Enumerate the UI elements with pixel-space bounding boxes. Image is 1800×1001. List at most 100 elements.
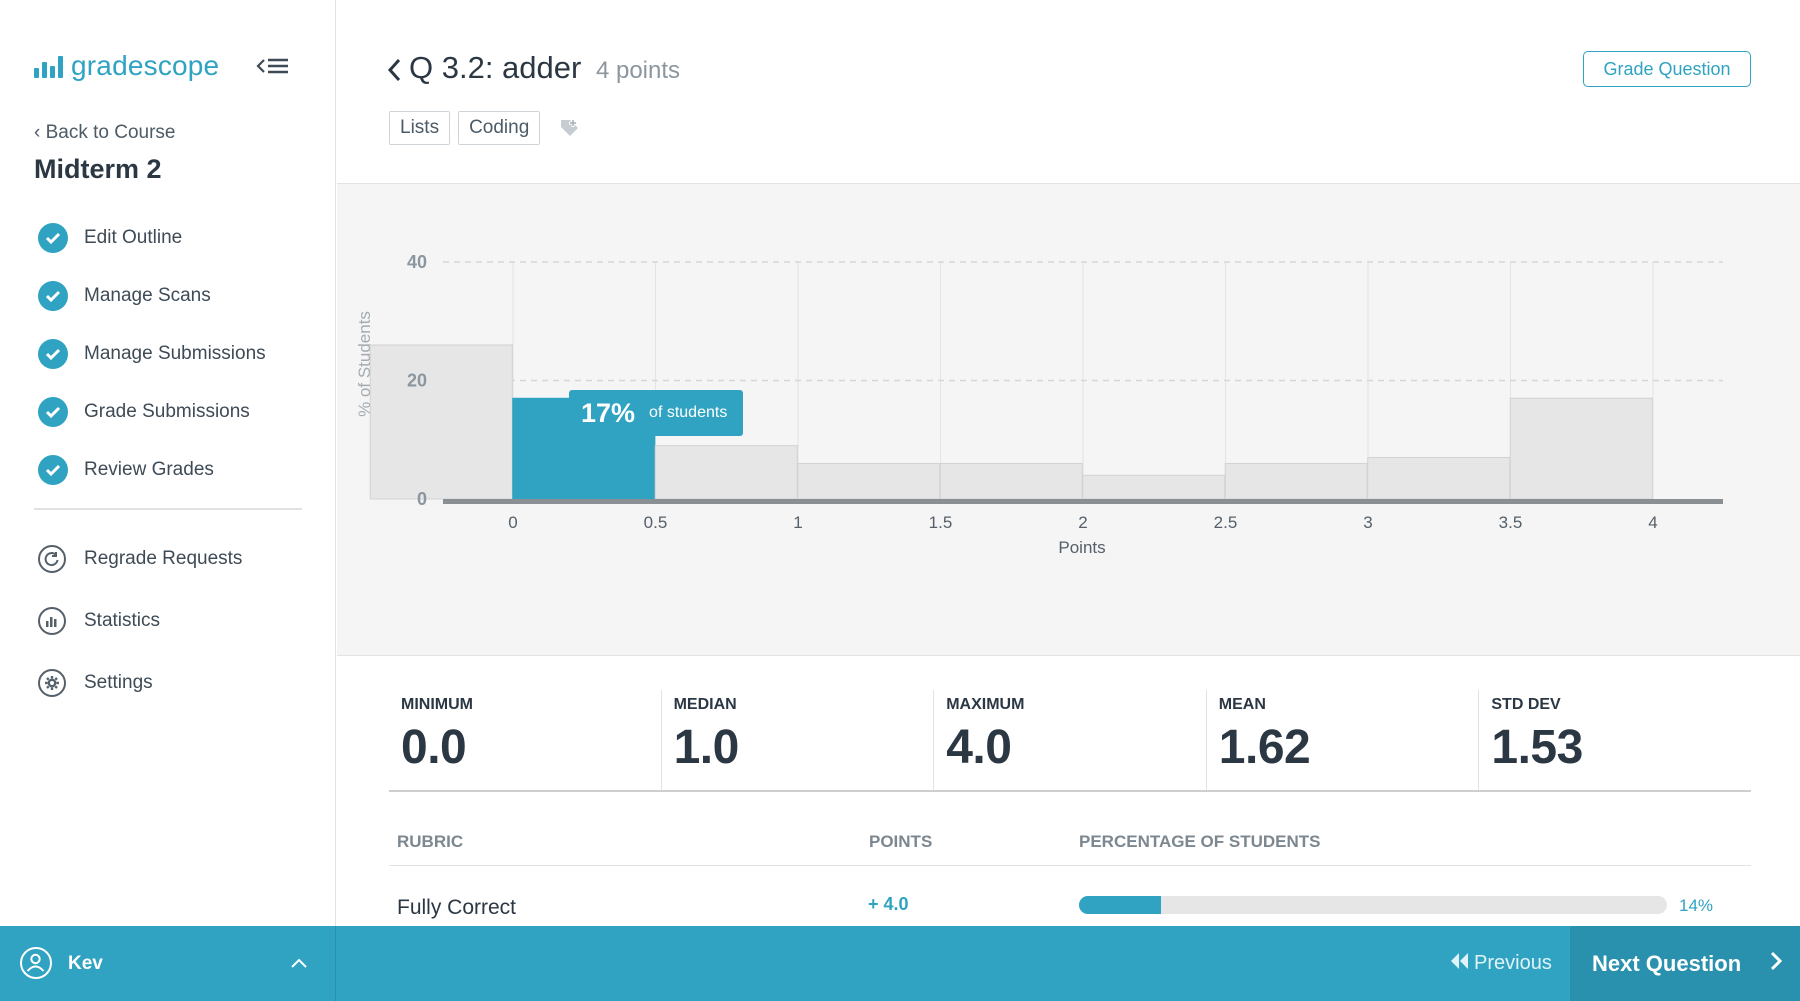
previous-button[interactable]: Previous	[1450, 926, 1552, 1001]
x-tick-label: 2.5	[1214, 513, 1238, 532]
next-question-label: Next Question	[1592, 950, 1742, 976]
y-tick-label: 40	[407, 252, 427, 272]
sidebar: gradescope ‹ Back to Course Midterm 2 Ed…	[0, 0, 336, 926]
nav-item-label: Review Grades	[84, 459, 214, 480]
nav-item-label: Settings	[84, 672, 153, 693]
nav-item-label: Regrade Requests	[84, 548, 243, 569]
checkmark-icon	[38, 339, 68, 369]
x-tick-label: 0	[508, 513, 517, 532]
stat-median: MEDIAN 1.0	[662, 690, 935, 790]
stat-value: 1.62	[1218, 721, 1311, 774]
chevron-left-icon: ‹	[34, 122, 46, 143]
histogram-tooltip: 17% of students	[569, 390, 743, 436]
y-tick-label: 0	[417, 489, 427, 509]
logo-text: gradescope	[71, 50, 220, 81]
stat-value: 4.0	[946, 721, 1012, 774]
nav-item-label: Manage Scans	[84, 285, 211, 306]
rubric-row[interactable]: Fully Correct + 4.0 14%	[389, 880, 1751, 920]
rubric-percentage: 14%	[1679, 896, 1714, 915]
stat-label: STD DEV	[1491, 696, 1561, 713]
main-content: Q 3.2: adder 4 points Lists Coding Grade…	[337, 0, 1800, 926]
nav-item-grade-submissions[interactable]: Grade Submissions	[38, 383, 266, 441]
grade-question-button[interactable]: Grade Question	[1583, 51, 1751, 87]
stat-std-dev: STD DEV 1.53	[1479, 690, 1751, 790]
stat-label: MEAN	[1218, 696, 1266, 713]
histogram-bar	[1224, 462, 1368, 500]
question-title: Q 3.2: adder 4 points	[409, 50, 680, 86]
nav-item-regrade-requests[interactable]: Regrade Requests	[38, 528, 242, 590]
stat-value: 0.0	[401, 721, 467, 774]
nav-item-edit-outline[interactable]: Edit Outline	[38, 209, 266, 267]
percentage-bar-fill	[1079, 896, 1162, 914]
secondary-nav: Regrade Requests Statistics Settings	[38, 528, 242, 714]
x-tick-label: 2	[1078, 513, 1087, 532]
histogram-bar	[1509, 397, 1653, 500]
question-points: 4 points	[595, 57, 681, 84]
back-to-course-link[interactable]: ‹ Back to Course	[34, 122, 176, 144]
stat-label: MEDIAN	[673, 696, 737, 713]
stat-label: MAXIMUM	[946, 696, 1025, 713]
previous-label: Previous	[1474, 952, 1552, 974]
bottom-bar: Kev Previous Next Question	[0, 926, 1800, 1001]
histogram-bar	[1082, 474, 1226, 500]
tag-lists[interactable]: Lists	[389, 111, 451, 145]
x-axis-baseline	[443, 499, 1723, 504]
gradescope-logo[interactable]: gradescope	[34, 50, 219, 82]
nav-item-statistics[interactable]: Statistics	[38, 590, 242, 652]
back-to-course-label: Back to Course	[45, 122, 176, 143]
chevron-right-icon	[1769, 950, 1783, 978]
score-statistics: MINIMUM 0.0 MEDIAN 1.0 MAXIMUM 4.0 MEAN …	[389, 690, 1751, 792]
regrade-icon	[38, 545, 66, 573]
stat-value: 1.53	[1491, 721, 1583, 774]
checkmark-icon	[38, 455, 68, 485]
percentage-column-header[interactable]: PERCENTAGE OF STUDENTS	[1079, 832, 1320, 852]
x-tick-label: 3	[1363, 513, 1372, 532]
points-column-header[interactable]: POINTS	[869, 832, 932, 852]
chevron-up-icon[interactable]	[290, 956, 308, 970]
double-chevron-left-icon	[1450, 952, 1470, 976]
tag-coding[interactable]: Coding	[458, 111, 541, 145]
histogram-bar	[1367, 457, 1511, 500]
question-title-text: Q 3.2: adder	[409, 50, 582, 85]
x-tick-label: 1.5	[929, 513, 953, 532]
nav-item-review-grades[interactable]: Review Grades	[38, 441, 266, 499]
tooltip-percentage: 17%	[581, 397, 636, 428]
sidebar-divider	[34, 508, 302, 510]
nav-item-manage-submissions[interactable]: Manage Submissions	[38, 325, 266, 383]
tooltip-text: of students	[649, 404, 728, 421]
checkmark-icon	[38, 223, 68, 253]
nav-item-settings[interactable]: Settings	[38, 652, 242, 714]
x-tick-label: 3.5	[1499, 513, 1523, 532]
checkmark-icon	[38, 281, 68, 311]
question-header: Q 3.2: adder 4 points Lists Coding Grade…	[337, 0, 1800, 184]
x-tick-label: 1	[793, 513, 802, 532]
histogram-bar	[369, 344, 513, 500]
x-axis-title: Points	[1058, 538, 1105, 557]
x-tick-label: 0.5	[644, 513, 668, 532]
course-title: Midterm 2	[34, 154, 162, 184]
y-tick-label: 20	[407, 371, 427, 391]
collapse-sidebar-icon[interactable]	[256, 54, 290, 78]
y-axis-title: % of Students	[355, 311, 374, 417]
settings-icon	[38, 669, 66, 697]
nav-item-label: Edit Outline	[84, 227, 183, 248]
add-tag-icon[interactable]	[558, 116, 582, 140]
user-name: Kev	[68, 953, 103, 974]
user-menu[interactable]: Kev	[0, 926, 336, 1001]
nav-item-label: Statistics	[84, 610, 161, 631]
percentage-bar	[1079, 896, 1667, 914]
statistics-icon	[38, 607, 66, 635]
histogram-bar	[797, 462, 941, 500]
chevron-left-icon[interactable]	[385, 56, 403, 84]
rubric-table-header: RUBRIC POINTS PERCENTAGE OF STUDENTS	[389, 818, 1751, 866]
nav-item-manage-scans[interactable]: Manage Scans	[38, 267, 266, 325]
stat-minimum: MINIMUM 0.0	[389, 690, 662, 790]
histogram-chart: 0 0.5 1 1.5 2 2.5 3 3.5 402040Points% of Student…	[355, 252, 1723, 557]
rubric-points: + 4.0	[868, 894, 909, 914]
points-histogram: 0 0.5 1 1.5 2 2.5 3 3.5 4 0 20 40 Points% of Student…	[337, 184, 1800, 656]
histogram-bar	[939, 462, 1083, 500]
next-question-button[interactable]: Next Question	[1570, 926, 1800, 1001]
rubric-column-header[interactable]: RUBRIC	[397, 832, 463, 852]
rubric-description: Fully Correct	[397, 896, 517, 919]
stat-label: MINIMUM	[401, 696, 473, 713]
